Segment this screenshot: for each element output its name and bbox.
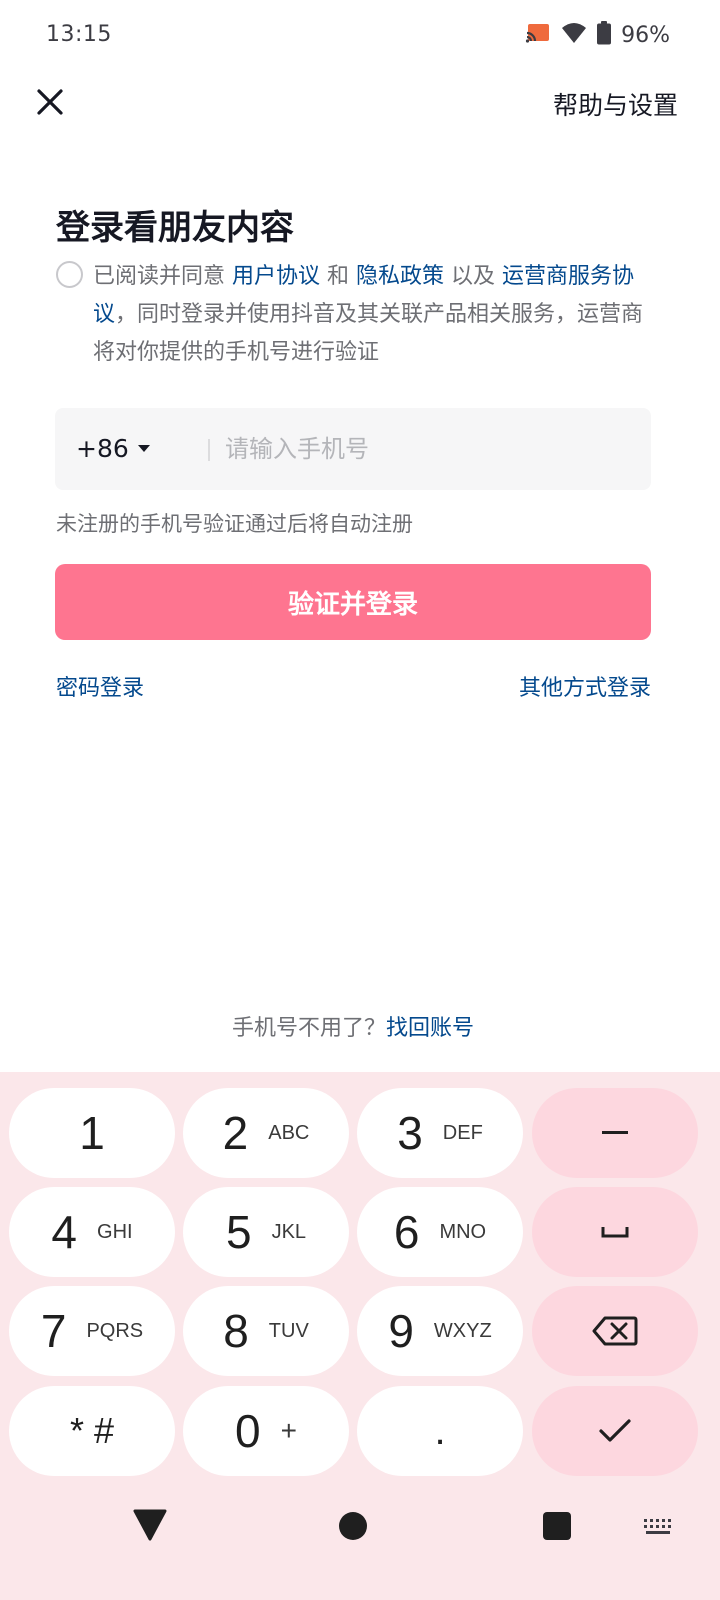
user-agreement-link[interactable]: 用户协议 [232,264,320,289]
close-button[interactable] [28,80,72,124]
key-letters: GHI [97,1220,133,1243]
key-0[interactable]: 0 + [183,1386,349,1476]
auto-register-hint: 未注册的手机号验证通过后将自动注册 [56,512,413,536]
key-8[interactable]: 8 TUV [183,1286,349,1376]
key-minus[interactable] [532,1088,698,1178]
key-digit: 6 [393,1206,420,1258]
key-3[interactable]: 3 DEF [357,1088,523,1178]
minus-icon [602,1131,628,1134]
key-letters: TUV [268,1319,309,1342]
agreement-and: 和 [320,264,357,289]
divider [208,439,210,461]
keyboard-switch-button[interactable] [642,1517,674,1537]
agreement-text: 已阅读并同意 用户协议 和 隐私政策 以及 运营商服务协议，同时登录并使用抖音及… [93,258,656,372]
key-letters: MNO [439,1220,487,1243]
close-icon [37,89,63,115]
phone-number-input[interactable] [225,429,625,469]
space-icon [601,1227,629,1238]
country-code: +86 [76,434,129,463]
key-digit: . [434,1408,446,1453]
home-button[interactable] [337,1510,369,1542]
key-digit: 0 [235,1405,261,1457]
home-circle-icon [339,1512,367,1540]
cast-icon [525,22,551,48]
agreement-suffix: ，同时登录并使用抖音及其关联产品相关服务，运营商将对你提供的手机号进行验证 [93,302,644,365]
key-digit: * # [69,1410,115,1451]
key-6[interactable]: 6 MNO [357,1187,523,1277]
other-login-link[interactable]: 其他方式登录 [519,670,651,702]
key-digit: 3 [397,1107,423,1159]
recover-question: 手机号不用了？ [231,1016,386,1041]
privacy-policy-link[interactable]: 隐私政策 [356,264,444,289]
back-button[interactable] [130,1507,170,1543]
key-letters: + [280,1415,297,1446]
page-title: 登录看朋友内容 [56,208,294,248]
keyboard-switch-icon [644,1519,671,1534]
key-digit: 9 [388,1305,414,1357]
key-letters: JKL [271,1220,307,1243]
checkmark-icon [599,1419,631,1442]
caret-down-icon [137,445,150,452]
backspace-icon [592,1316,638,1346]
recover-account-row: 手机号不用了？找回账号 [0,1010,706,1042]
key-dot[interactable]: . [357,1386,523,1476]
help-settings-link[interactable]: 帮助与设置 [553,86,678,122]
recents-square-icon [543,1512,571,1540]
status-icons: 96% [525,20,670,50]
key-digit: 5 [225,1206,252,1258]
key-1[interactable]: 1 [9,1088,175,1178]
agreement-prefix: 已阅读并同意 [93,264,232,289]
key-7[interactable]: 7 PQRS [9,1286,175,1376]
navigation-bar [0,1490,720,1600]
agreement-and-also: 以及 [444,264,503,289]
recents-button[interactable] [542,1511,572,1541]
key-letters: WXYZ [433,1319,492,1342]
phone-input-box: +86 [55,408,651,490]
battery-percent: 96% [621,22,670,48]
agreement-checkbox[interactable] [56,261,83,288]
key-star-hash[interactable]: * # [9,1386,175,1476]
back-triangle-icon [133,1509,167,1541]
status-time: 13:15 [46,22,112,47]
key-letters: PQRS [86,1319,144,1342]
status-bar: 13:15 96% [0,0,720,72]
key-2[interactable]: 2 ABC [183,1088,349,1178]
key-digit: 2 [222,1107,249,1159]
wifi-icon [561,22,587,48]
key-digit: 8 [223,1305,249,1357]
key-9[interactable]: 9 WXYZ [357,1286,523,1376]
key-4[interactable]: 4 GHI [9,1187,175,1277]
key-space[interactable] [532,1187,698,1277]
key-letters: DEF [442,1121,483,1144]
key-digit: 1 [79,1107,105,1159]
battery-icon [597,21,612,49]
key-5[interactable]: 5 JKL [183,1187,349,1277]
password-login-link[interactable]: 密码登录 [56,670,144,702]
verify-login-button[interactable]: 验证并登录 [55,564,651,640]
country-code-selector[interactable]: +86 [76,434,150,463]
key-done[interactable] [532,1386,698,1476]
agreement-section: 已阅读并同意 用户协议 和 隐私政策 以及 运营商服务协议，同时登录并使用抖音及… [56,258,656,372]
key-letters: ABC [268,1121,310,1144]
key-backspace[interactable] [532,1286,698,1376]
recover-account-link[interactable]: 找回账号 [386,1016,474,1041]
key-digit: 7 [40,1305,67,1357]
key-digit: 4 [51,1206,78,1258]
